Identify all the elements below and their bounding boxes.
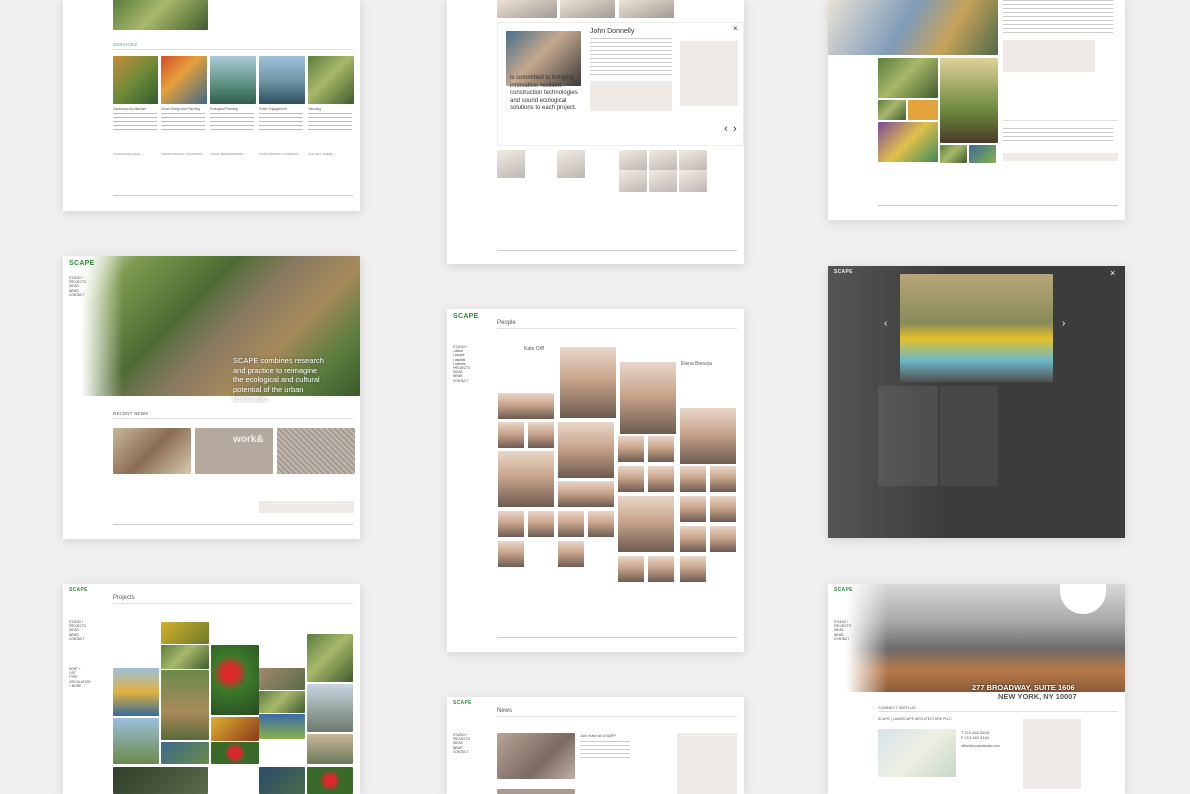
service-link-3[interactable]: LIVING BREAKWATERS → (210, 152, 247, 156)
close-icon[interactable]: × (1110, 268, 1115, 278)
service-image-4[interactable] (259, 56, 305, 104)
nav-contact[interactable]: CONTACT (69, 293, 86, 297)
news-title: News (497, 708, 513, 714)
next-arrow-icon[interactable]: › (733, 123, 737, 135)
header-image (113, 0, 208, 30)
scape-logo[interactable]: SCAPE (834, 587, 853, 593)
service-image-3[interactable] (210, 56, 256, 104)
profile-quote: is committed to bringing innovative, res… (510, 75, 578, 111)
lightbox-page-card: SCAPE × ‹ › (828, 266, 1125, 538)
profile-page-card: is committed to bringing innovative, res… (447, 0, 744, 264)
scape-logo[interactable]: SCAPE (453, 700, 472, 706)
profile-name: John Donnelly (590, 28, 635, 35)
person-photo-kate[interactable] (559, 346, 617, 419)
scape-logo[interactable]: SCAPE (69, 260, 95, 267)
service-image-2[interactable] (161, 56, 207, 104)
collage-stage: SERVICES Landscape Architecture Urban De… (0, 0, 1190, 794)
person-name-kate[interactable]: Kate Orff (524, 346, 544, 352)
service-link-4[interactable]: TOWN BRANCH COMMONS → (259, 152, 302, 156)
works-text: work& (233, 434, 264, 445)
people-page-card: SCAPE STUDIO + • about • people • awards… (447, 309, 744, 652)
news-nav: STUDIO + PROJECTS IDEAS NEWS CONTACT (453, 733, 470, 754)
services-page-card: SERVICES Landscape Architecture Urban De… (63, 0, 360, 211)
nav-contact[interactable]: CONTACT (453, 379, 470, 383)
person-name-elena[interactable]: Elena Brescia (681, 361, 712, 367)
news-image-2[interactable]: work& (195, 428, 273, 474)
profile-modal: is committed to bringing innovative, res… (497, 22, 744, 146)
person-photo-elena[interactable] (619, 361, 677, 435)
home-page-card: SCAPE STUDIO + PROJECTS IDEAS NEWS CONTA… (63, 256, 360, 539)
scape-logo[interactable]: SCAPE (69, 587, 88, 593)
news-image-3[interactable] (277, 428, 355, 474)
service-label-4[interactable]: Public Engagement (259, 107, 303, 111)
service-link-1[interactable]: LANDSCAPE ARCH → (113, 152, 144, 156)
email-link[interactable]: office@scapestudio.com (961, 744, 1000, 748)
scape-logo[interactable]: SCAPE (834, 269, 853, 275)
service-label-2[interactable]: Urban Design and Planning (161, 107, 205, 111)
services-title: SERVICES (113, 42, 138, 47)
people-nav: STUDIO + • about • people • awards • car… (453, 345, 470, 383)
main-nav: STUDIO + PROJECTS IDEAS NEWS CONTACT (69, 276, 86, 297)
prev-arrow-icon[interactable]: ‹ (884, 318, 887, 329)
service-link-2[interactable]: URBAN DESIGN + PLANNING → (161, 152, 206, 156)
contact-page-card: SCAPE STUDIO + PROJECTS IDEAS NEWS CONTA… (828, 584, 1125, 794)
contact-nav: STUDIO + PROJECTS IDEAS NEWS CONTACT (834, 620, 851, 641)
related-projects-box (680, 41, 738, 106)
sort-more[interactable]: + MORE (69, 684, 90, 688)
news-image-1[interactable] (113, 428, 191, 474)
back-to-projects-button[interactable] (1003, 153, 1118, 161)
news-item-image[interactable] (497, 733, 575, 779)
nav-contact[interactable]: CONTACT (834, 637, 851, 641)
service-label-5[interactable]: Visioning (308, 107, 352, 111)
firm-name: SCAPE | LANDSCAPE ARCHITECTURE PLLC (878, 717, 952, 721)
news-item-title[interactable]: Join Kate at GSAPP (580, 733, 616, 738)
service-image-5[interactable] (308, 56, 354, 104)
close-icon[interactable]: × (733, 24, 738, 33)
service-label-1[interactable]: Landscape Architecture (113, 107, 157, 111)
home-hero-text: SCAPE combines research and practice to … (233, 356, 324, 403)
service-label-3[interactable]: Ecological Planning (210, 107, 254, 111)
prev-arrow-icon[interactable]: ‹ (724, 123, 728, 135)
project-detail-card (828, 0, 1125, 220)
service-link-5[interactable]: OLD MILL CREEK → (308, 152, 337, 156)
nav-contact[interactable]: CONTACT (453, 750, 470, 754)
recent-news-title: RECENT NEWS (113, 411, 149, 416)
projects-nav: STUDIO + PROJECTS IDEAS NEWS CONTACT (69, 620, 86, 641)
nav-contact[interactable]: CONTACT (69, 637, 86, 641)
service-image-1[interactable] (113, 56, 158, 104)
phone-2: F 212.462.4164 (961, 735, 990, 740)
connect-title: CONNECT WITH US (878, 705, 916, 710)
sort-nav: SORT + LIST TYPE CIRCULATION + MORE (69, 667, 90, 688)
project-hero-image (828, 0, 998, 55)
address-line-1: 277 BROADWAY, SUITE 1606 (972, 683, 1075, 692)
projects-title: Projects (113, 595, 135, 601)
projects-page-card: SCAPE Projects STUDIO + PROJECTS IDEAS N… (63, 584, 360, 794)
scape-logo[interactable]: SCAPE (453, 313, 479, 320)
map-image[interactable] (878, 729, 956, 777)
next-arrow-icon[interactable]: › (1062, 318, 1065, 329)
lightbox-image (900, 274, 1053, 382)
people-title: People (497, 320, 516, 326)
news-page-card: SCAPE News STUDIO + PROJECTS IDEAS NEWS … (447, 697, 744, 794)
address-line-2: NEW YORK, NY 10007 (998, 692, 1077, 701)
